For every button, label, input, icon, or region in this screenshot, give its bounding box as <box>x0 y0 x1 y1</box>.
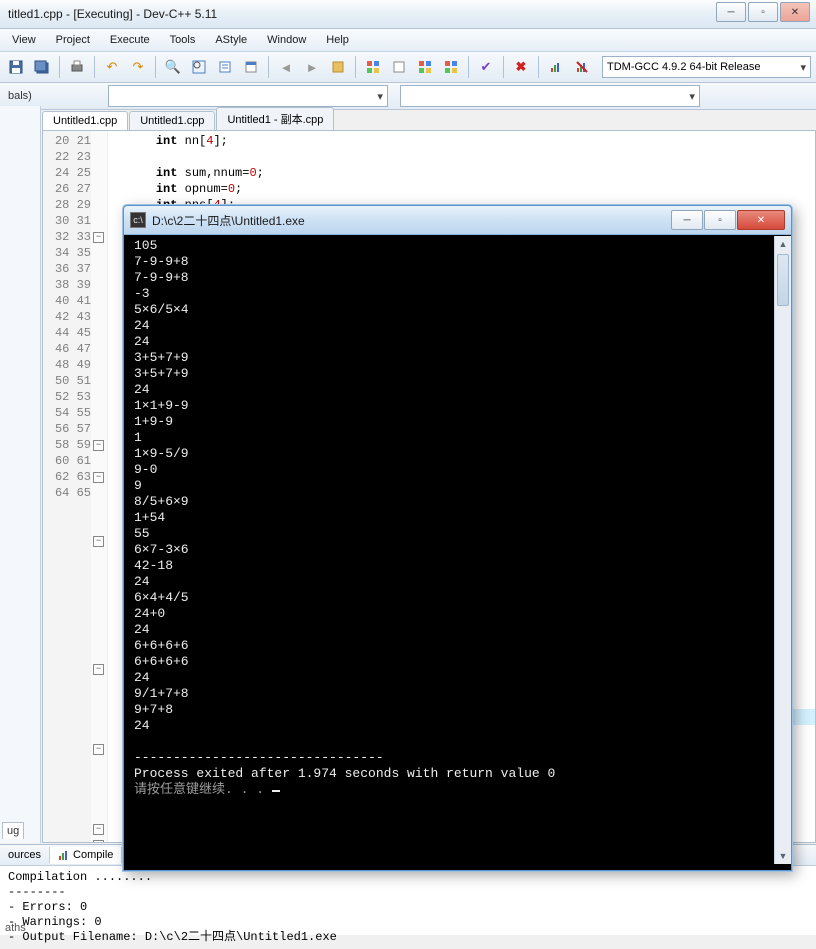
console-app-icon: c:\ <box>130 212 146 228</box>
left-tab-debug[interactable]: ug <box>2 822 24 839</box>
menu-astyle[interactable]: AStyle <box>205 31 257 49</box>
profile-icon[interactable] <box>544 55 568 79</box>
paths-label: aths <box>2 921 29 935</box>
redo-icon[interactable]: ↷ <box>126 55 150 79</box>
close-button[interactable]: ✕ <box>780 2 810 22</box>
tab-compile-log[interactable]: Compile <box>50 847 122 864</box>
window-title: titled1.cpp - [Executing] - Dev-C++ 5.11 <box>4 7 217 21</box>
console-close-button[interactable]: ✕ <box>737 210 785 230</box>
console-titlebar[interactable]: c:\ D:\c\2二十四点\Untitled1.exe ─ ▫ ✕ <box>124 206 791 235</box>
compiler-label: TDM-GCC 4.9.2 64-bit Release <box>607 61 760 73</box>
block-icon[interactable] <box>326 55 350 79</box>
menu-execute[interactable]: Execute <box>100 31 160 49</box>
fold-column: −−−−−−−− <box>91 131 108 842</box>
tab-untitled1-copy[interactable]: Untitled1 - 副本.cpp <box>216 107 334 130</box>
compiler-selector[interactable]: TDM-GCC 4.9.2 64-bit Release ▾ <box>602 56 811 78</box>
console-title: D:\c\2二十四点\Untitled1.exe <box>152 212 671 229</box>
tab-untitled1b[interactable]: Untitled1.cpp <box>129 111 215 130</box>
saveall-icon[interactable] <box>30 55 54 79</box>
compile-run-icon[interactable] <box>413 55 437 79</box>
scroll-thumb[interactable] <box>777 254 789 306</box>
navigation-toolbar: bals) ▾ ▾ <box>0 83 816 110</box>
minimize-button[interactable]: ─ <box>716 2 746 22</box>
maximize-button[interactable]: ▫ <box>748 2 778 22</box>
run-icon[interactable] <box>387 55 411 79</box>
tab-resources[interactable]: ources <box>0 847 50 863</box>
console-scrollbar[interactable]: ▲ ▼ <box>774 236 791 864</box>
replace-icon[interactable] <box>187 55 211 79</box>
chart-icon <box>58 849 70 861</box>
tab-untitled1[interactable]: Untitled1.cpp <box>42 111 128 130</box>
rebuild-icon[interactable] <box>439 55 463 79</box>
bookmark-icon[interactable] <box>239 55 263 79</box>
menu-tools[interactable]: Tools <box>160 31 206 49</box>
undo-icon[interactable]: ↶ <box>100 55 124 79</box>
delete-profile-icon[interactable] <box>570 55 594 79</box>
compile-log: Compilation ........--------- Errors: 0-… <box>0 866 816 949</box>
console-window: c:\ D:\c\2二十四点\Untitled1.exe ─ ▫ ✕ 105 7… <box>123 205 792 871</box>
console-minimize-button[interactable]: ─ <box>671 210 703 230</box>
debug-icon[interactable]: ✔ <box>474 55 498 79</box>
console-maximize-button[interactable]: ▫ <box>704 210 736 230</box>
dropdown-arrow-icon: ▾ <box>800 61 806 74</box>
find-icon[interactable]: 🔍 <box>161 55 185 79</box>
scroll-up-icon[interactable]: ▲ <box>775 236 791 252</box>
stop-icon[interactable]: ✖ <box>509 55 533 79</box>
menu-view[interactable]: View <box>2 31 46 49</box>
save-icon[interactable] <box>4 55 28 79</box>
menu-help[interactable]: Help <box>316 31 359 49</box>
console-body[interactable]: 105 7-9-9+8 7-9-9+8 -3 5×6/5×4 24 24 3+5… <box>130 236 785 864</box>
goto-icon[interactable] <box>213 55 237 79</box>
globals-label: bals) <box>2 90 38 102</box>
main-titlebar: titled1.cpp - [Executing] - Dev-C++ 5.11… <box>0 0 816 29</box>
menu-bar: View Project Execute Tools AStyle Window… <box>0 29 816 52</box>
compile-icon[interactable] <box>361 55 385 79</box>
scroll-down-icon[interactable]: ▼ <box>775 848 791 864</box>
print-icon[interactable] <box>65 55 89 79</box>
class-combo[interactable]: ▾ <box>108 85 388 107</box>
project-panel: ug <box>0 106 41 843</box>
editor-tabs: Untitled1.cpp Untitled1.cpp Untitled1 - … <box>42 108 816 130</box>
menu-project[interactable]: Project <box>46 31 100 49</box>
forward-icon[interactable]: ► <box>300 55 324 79</box>
line-gutter: 20 21 22 23 24 25 26 27 28 29 30 31 32 3… <box>43 131 98 842</box>
menu-window[interactable]: Window <box>257 31 316 49</box>
back-icon[interactable]: ◄ <box>274 55 298 79</box>
main-toolbar: ↶ ↷ 🔍 ◄ ► ✔ ✖ TDM-GCC 4.9.2 64-bit Relea… <box>0 52 816 83</box>
function-combo[interactable]: ▾ <box>400 85 700 107</box>
